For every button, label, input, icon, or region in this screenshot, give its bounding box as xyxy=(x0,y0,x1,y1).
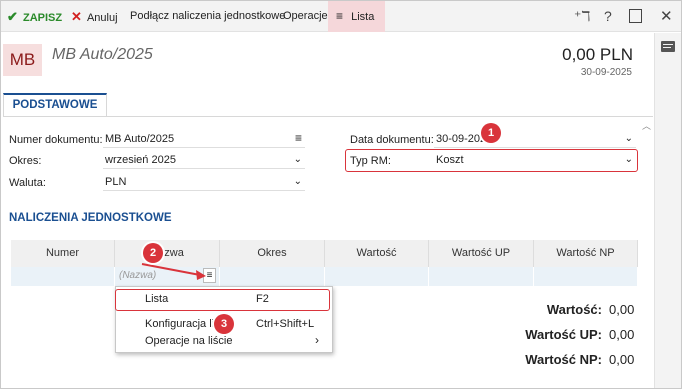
total-value-label: Wartość: xyxy=(546,302,602,317)
total-np-value: 0,00 xyxy=(609,352,635,367)
step-badge-1: 1 xyxy=(481,123,501,143)
total-up-value: 0,00 xyxy=(609,327,635,342)
total-np-label: Wartość NP: xyxy=(525,352,602,367)
total-value: 0,00 xyxy=(609,302,635,317)
total-up-label: Wartość UP: xyxy=(525,327,602,342)
step-badge-2: 2 xyxy=(143,243,163,263)
step-badge-3: 3 xyxy=(214,314,234,334)
